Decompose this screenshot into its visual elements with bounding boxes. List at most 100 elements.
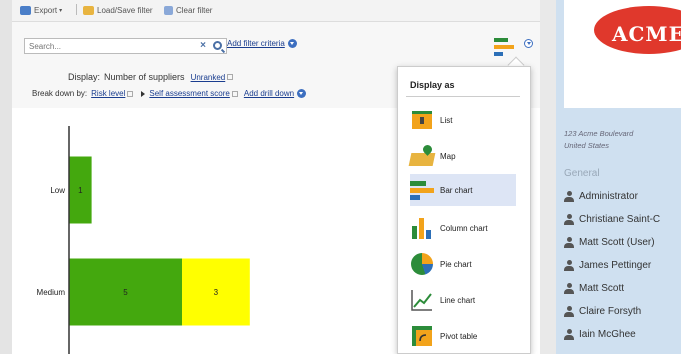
menu-divider (406, 96, 520, 97)
risk-level-link[interactable]: Risk level (91, 89, 125, 98)
breakdown-line: Break down by: Risk level Self assessmen… (32, 89, 307, 98)
icon-part (564, 266, 574, 271)
add-filter-dropdown-icon[interactable] (287, 39, 297, 48)
icon-part (566, 329, 572, 334)
search-icon[interactable] (213, 41, 222, 50)
section-label: General (564, 168, 600, 179)
chart-type-dropdown-icon[interactable] (524, 39, 533, 48)
search-input[interactable] (25, 39, 185, 53)
contact-name: Claire Forsyth (579, 306, 642, 317)
data-label: 1 (78, 186, 83, 195)
panel-gap (540, 0, 556, 354)
contact-name: Christiane Saint-C (579, 214, 661, 225)
menu-item-label: Column chart (440, 223, 488, 233)
icon-part (410, 188, 434, 193)
column-chart-icon (410, 216, 434, 240)
data-label: 3 (214, 288, 219, 297)
folder-icon (83, 5, 94, 15)
contact-name: Matt Scott (User) (579, 237, 655, 248)
icon-part (566, 306, 572, 311)
address: 123 Acme Boulevard United States (564, 128, 633, 152)
bar-chart-icon (410, 178, 434, 202)
icon-part (426, 230, 431, 239)
remove-icon[interactable] (231, 90, 238, 97)
app-frame: Export ▾ Load/Save filter Clear filter ×… (0, 0, 681, 354)
contact-item[interactable]: Iain McGhee (564, 329, 636, 340)
icon-part (564, 312, 574, 317)
contact-item[interactable]: Christiane Saint-C (564, 214, 660, 225)
icon-part (566, 260, 572, 265)
menu-item-label: Map (440, 151, 456, 161)
icon-part (566, 214, 572, 219)
contact-item[interactable]: Matt Scott (User) (564, 237, 655, 248)
user-icon (564, 260, 574, 271)
clear-filter-button[interactable]: Clear filter (164, 4, 212, 16)
contact-item[interactable]: Matt Scott (564, 283, 624, 294)
report-panel: Export ▾ Load/Save filter Clear filter ×… (12, 0, 540, 354)
icon-part (411, 290, 432, 311)
icon-part (564, 335, 574, 340)
contact-name: James Pettinger (579, 260, 652, 271)
icon-part (412, 226, 417, 239)
export-icon (20, 5, 31, 15)
menu-item-pivot-table[interactable]: Pivot table (410, 320, 516, 352)
toolbar: Export ▾ Load/Save filter Clear filter (12, 0, 540, 22)
icon-part (564, 289, 574, 294)
icon-part (564, 243, 574, 248)
menu-item-column-chart[interactable]: Column chart (410, 212, 516, 244)
menu-item-label: Line chart (440, 295, 476, 305)
map-icon (408, 143, 436, 168)
icon-part (410, 181, 426, 186)
menu-item-label: Pivot table (440, 331, 478, 341)
menu-item-label: Pie chart (440, 259, 472, 269)
address-line: United States (564, 141, 610, 150)
menu-item-bar-chart[interactable]: Bar chart (410, 174, 516, 206)
eraser-icon (164, 5, 173, 15)
icon-bar (494, 38, 508, 42)
contact-name: Matt Scott (579, 283, 625, 294)
company-logo: ACME (564, 0, 681, 108)
export-button[interactable]: Export ▾ (20, 4, 62, 16)
menu-item-pie-chart[interactable]: Pie chart (410, 248, 516, 280)
contact-name: Iain McGhee (579, 329, 636, 340)
clear-search-icon[interactable]: × (200, 40, 206, 52)
pie-chart-icon (410, 252, 434, 276)
data-label: 5 (123, 288, 128, 297)
menu-item-map[interactable]: Map (408, 140, 516, 172)
search-box: × (24, 38, 227, 54)
pivot-table-icon (410, 324, 434, 348)
icon-part (419, 334, 427, 342)
contact-item[interactable]: Administrator (564, 191, 638, 202)
add-drill-down-link[interactable]: Add drill down (244, 89, 294, 98)
add-filter-criteria-link[interactable]: Add filter criteria (227, 39, 285, 48)
breakdown-label: Break down by: (32, 89, 88, 98)
icon-part (566, 191, 572, 196)
menu-title: Display as (410, 80, 455, 90)
icon-part (410, 195, 420, 200)
contact-item[interactable]: James Pettinger (564, 260, 651, 271)
icon-part (419, 334, 427, 342)
bar-chart-type-icon[interactable] (494, 38, 516, 60)
contact-name: Administrator (579, 191, 638, 202)
remove-icon[interactable] (227, 74, 234, 80)
icon-bar (494, 45, 514, 49)
toolbar-divider (76, 4, 77, 15)
menu-item-list[interactable]: List (410, 104, 516, 136)
arrow-right-icon (141, 90, 146, 97)
load-save-filter-button[interactable]: Load/Save filter (83, 4, 153, 16)
unranked-link[interactable]: Unranked (191, 73, 226, 82)
icon-part (408, 153, 436, 166)
address-line: 123 Acme Boulevard (564, 129, 634, 138)
remove-icon[interactable] (127, 90, 134, 97)
menu-item-line-chart[interactable]: Line chart (410, 284, 516, 316)
add-filter-criteria[interactable]: Add filter criteria (227, 39, 297, 48)
display-label: Display: (68, 72, 101, 82)
contact-item[interactable]: Claire Forsyth (564, 306, 641, 317)
icon-part (566, 237, 572, 242)
chevron-down-icon: ▾ (59, 7, 63, 14)
add-drill-down-dropdown-icon[interactable] (297, 89, 307, 98)
list-icon (410, 108, 434, 132)
supplier-sidebar: ACME 123 Acme Boulevard United States Ge… (556, 0, 681, 354)
display-as-menu: Display as List Map Bar chart Column chart P… (397, 66, 531, 354)
self-assessment-link[interactable]: Self assessment score (149, 89, 229, 98)
